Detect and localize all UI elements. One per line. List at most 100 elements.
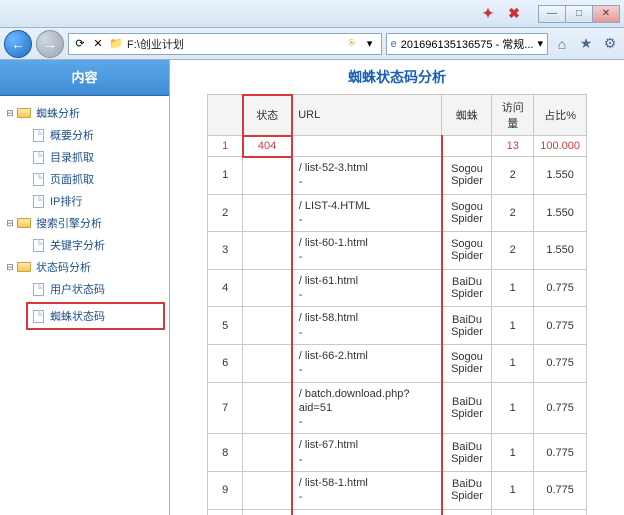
cell-url: / list-47.html- <box>292 509 442 515</box>
page-icon <box>30 194 46 208</box>
cell-url: / list-60-1.html- <box>292 232 442 270</box>
cell-spider: BaiDu Spider <box>442 269 492 307</box>
back-button[interactable]: ← <box>4 30 32 58</box>
twisty-icon[interactable]: ⊟ <box>4 262 16 273</box>
col-url: URL <box>292 95 442 136</box>
cell-url: / list-52-3.html- <box>292 157 442 195</box>
table-row: 6/ list-66-2.html-Sogou Spider10.775 <box>208 344 587 382</box>
cell-status <box>243 382 292 434</box>
folder-icon <box>16 106 32 120</box>
tree-item-label: 蜘蛛状态码 <box>50 308 105 324</box>
cell-status <box>243 232 292 270</box>
cell-url: / LIST-4.HTML- <box>292 194 442 232</box>
address-text: F:\创业计划 <box>127 36 341 52</box>
cell-status <box>243 344 292 382</box>
twisty-icon[interactable]: ⊟ <box>4 218 16 229</box>
cell-index: 4 <box>208 269 243 307</box>
maximize-button[interactable]: □ <box>565 5 593 23</box>
reload-icon[interactable]: ⟳ <box>73 37 87 51</box>
dropdown-icon[interactable]: ▾ <box>363 37 377 51</box>
cell-index: 7 <box>208 382 243 434</box>
tree-item[interactable]: 关键字分析 <box>4 234 165 256</box>
cell-pct: 1.550 <box>534 194 587 232</box>
cell-visits: 2 <box>492 232 534 270</box>
tree-group[interactable]: ⊟ 状态码分析 <box>4 256 165 278</box>
minimize-button[interactable]: — <box>538 5 566 23</box>
page-icon <box>30 238 46 252</box>
cell-visits: 1 <box>492 509 534 515</box>
user-icon: ✦ <box>479 5 497 23</box>
stop-icon[interactable]: ✕ <box>91 37 105 51</box>
twisty-icon[interactable]: ⊟ <box>4 108 16 119</box>
ie-icon: e <box>391 38 397 50</box>
cell-visits: 1 <box>492 269 534 307</box>
cell-url: / list-58.html- <box>292 307 442 345</box>
cell-pct: 0.775 <box>534 509 587 515</box>
highlighted-item[interactable]: 蜘蛛状态码 <box>26 302 165 330</box>
cell-spider: Sogou Spider <box>442 232 492 270</box>
tree-group-label: 状态码分析 <box>36 259 91 275</box>
close-app-icon[interactable]: ✖ <box>505 5 523 23</box>
cell-visits: 1 <box>492 344 534 382</box>
forward-button[interactable]: → <box>36 30 64 58</box>
nav-tree: ⊟蜘蛛分析概要分析目录抓取页面抓取IP排行 ⊟ 搜索引擎分析关键字分析 ⊟ 状态码分析用… <box>0 96 169 336</box>
cell-pct: 0.775 <box>534 434 587 472</box>
sidebar-title: 内容 <box>0 60 169 96</box>
cell-spider: BaiDu Spider <box>442 382 492 434</box>
cell-status <box>243 194 292 232</box>
window-titlebar: ✦ ✖ — □ ✕ <box>0 0 624 28</box>
cell-spider: BaiDu Spider <box>442 434 492 472</box>
main-panel[interactable]: 蜘蛛状态码分析 状态 URL 蜘蛛 访问量 占比% 140413100.0001… <box>170 60 624 515</box>
tree-item[interactable]: 概要分析 <box>4 124 165 146</box>
cell-url: / list-67.html- <box>292 434 442 472</box>
cell-pct: 0.775 <box>534 307 587 345</box>
cell-status <box>243 509 292 515</box>
col-index <box>208 95 243 136</box>
cell-pct: 0.775 <box>534 472 587 510</box>
col-visits: 访问量 <box>492 95 534 136</box>
settings-icon[interactable]: ⚙ <box>600 34 620 54</box>
favorite-icon[interactable]: ⍟ <box>345 37 359 51</box>
tree-item[interactable]: 蜘蛛状态码 <box>30 305 161 327</box>
favorites-icon[interactable]: ★ <box>576 34 596 54</box>
cell-spider: BaiDu Spider <box>442 472 492 510</box>
cell-spider: Sogou Spider <box>442 157 492 195</box>
page-icon <box>30 150 46 164</box>
tree-item-label: 用户状态码 <box>50 281 105 297</box>
close-button[interactable]: ✕ <box>592 5 620 23</box>
tab-strip[interactable]: e 201696135136575 - 常规... ▾ <box>386 33 548 55</box>
cell-spider: BaiDu Spider <box>442 307 492 345</box>
cell-pct: 1.550 <box>534 157 587 195</box>
tree-group-label: 搜索引擎分析 <box>36 215 102 231</box>
tree-item[interactable]: IP排行 <box>4 190 165 212</box>
summary-row: 140413100.000 <box>208 136 587 157</box>
tree-group[interactable]: ⊟ 搜索引擎分析 <box>4 212 165 234</box>
tree-item[interactable]: 目录抓取 <box>4 146 165 168</box>
cell-url: / list-61.html- <box>292 269 442 307</box>
cell-index: 10 <box>208 509 243 515</box>
page-icon <box>30 309 46 323</box>
sidebar: 内容 ⊟蜘蛛分析概要分析目录抓取页面抓取IP排行 ⊟ 搜索引擎分析关键字分析 ⊟ 状态码… <box>0 60 170 515</box>
folder-icon <box>16 216 32 230</box>
table-row: 10 / list-47.html-BaiDu Spider10.775 <box>208 509 587 515</box>
tree-group[interactable]: ⊟蜘蛛分析 <box>4 102 165 124</box>
address-bar[interactable]: ⟳ ✕ 📁 F:\创业计划 ⍟ ▾ <box>68 33 382 55</box>
cell-visits: 1 <box>492 307 534 345</box>
col-spider: 蜘蛛 <box>442 95 492 136</box>
cell-visits: 2 <box>492 157 534 195</box>
cell-pct: 0.775 <box>534 344 587 382</box>
cell-visits: 13 <box>492 136 534 157</box>
cell-index: 8 <box>208 434 243 472</box>
col-status: 状态 <box>243 95 292 136</box>
tree-item[interactable]: 页面抓取 <box>4 168 165 190</box>
cell-index: 6 <box>208 344 243 382</box>
folder-icon: 📁 <box>109 37 123 51</box>
tree-item[interactable]: 用户状态码 <box>4 278 165 300</box>
home-icon[interactable]: ⌂ <box>552 34 572 54</box>
tab-dropdown-icon[interactable]: ▾ <box>537 37 543 50</box>
cell-url: / list-66-2.html- <box>292 344 442 382</box>
cell-url: / list-58-1.html- <box>292 472 442 510</box>
cell-status <box>243 434 292 472</box>
cell-spider: BaiDu Spider <box>442 509 492 515</box>
table-row: 3/ list-60-1.html-Sogou Spider21.550 <box>208 232 587 270</box>
